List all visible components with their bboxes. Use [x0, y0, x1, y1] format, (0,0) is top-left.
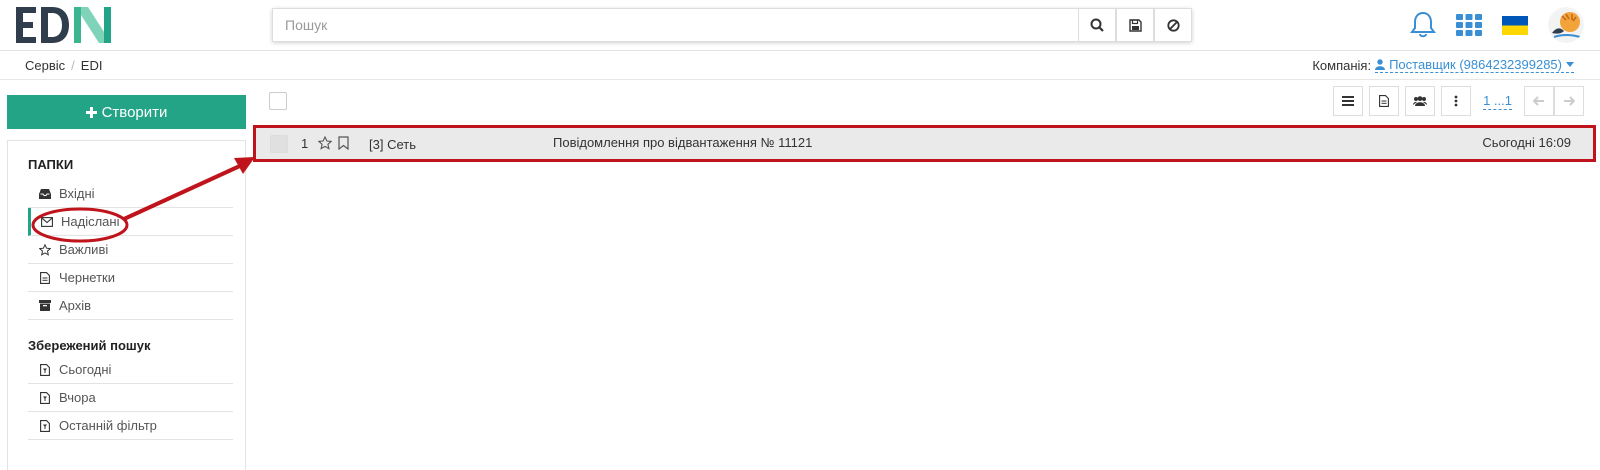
users-icon	[1413, 96, 1428, 106]
saved-search-label: Вчора	[59, 390, 96, 405]
sidebar-item-inbox[interactable]: Вхідні	[28, 180, 233, 208]
saved-search-label: Останній фільтр	[59, 418, 157, 433]
top-icons	[1410, 7, 1584, 43]
pagination-indicator[interactable]: 1 ...1	[1483, 93, 1512, 110]
sidebar-item-sent[interactable]: Надіслані	[28, 208, 233, 236]
search-icon	[1090, 18, 1104, 32]
message-row[interactable]: 1 [3] Сеть Повідомлення про відвантаженн…	[253, 125, 1596, 162]
saved-search-today[interactable]: Сьогодні	[28, 356, 233, 384]
list-view-button[interactable]	[1333, 86, 1364, 116]
saved-search-list: Сьогодні Вчора Останній фільтр	[28, 356, 233, 440]
pagination-nav	[1524, 86, 1584, 116]
folders-title: ПАПКИ	[28, 157, 74, 172]
sidebar-item-label: Важливі	[59, 242, 109, 257]
save-icon	[1128, 18, 1142, 32]
ukraine-flag-icon	[1502, 15, 1528, 35]
message-subject[interactable]: Повідомлення про відвантаження № 11121	[553, 135, 812, 150]
save-search-button[interactable]	[1116, 8, 1154, 42]
company-selector: Компанія: Поставщик (9864232399285)	[1312, 57, 1574, 73]
sidebar-item-label: Чернетки	[59, 270, 116, 285]
arrow-right-icon	[1564, 96, 1575, 106]
top-bar	[0, 0, 1600, 51]
row-checkbox[interactable]	[270, 135, 288, 153]
caret-down-icon	[1566, 62, 1574, 67]
apps-grid-icon	[1456, 14, 1482, 36]
company-dropdown[interactable]: Поставщик (9864232399285)	[1375, 57, 1574, 73]
breadcrumb-separator: /	[71, 58, 75, 73]
folders-list: Вхідні Надіслані Важливі Чернетки Архів	[28, 180, 233, 320]
vertical-dots-icon	[1454, 95, 1458, 107]
group-view-button[interactable]	[1405, 86, 1436, 116]
ban-icon	[1166, 18, 1180, 32]
create-button[interactable]: Створити	[7, 95, 246, 129]
user-avatar[interactable]	[1548, 7, 1584, 43]
breadcrumb: Сервіс / EDI	[25, 58, 102, 73]
saved-search-yesterday[interactable]: Вчора	[28, 384, 233, 412]
star-icon	[317, 135, 333, 150]
user-icon	[1375, 59, 1386, 70]
list-icon	[1342, 96, 1355, 106]
breadcrumb-bar: Сервіс / EDI Компанія: Поставщик (986423…	[0, 51, 1600, 80]
row-number: 1	[301, 136, 309, 151]
notifications-button[interactable]	[1410, 11, 1436, 39]
edin-logo[interactable]	[16, 5, 116, 45]
inbox-icon	[38, 187, 51, 200]
select-all-checkbox[interactable]	[269, 92, 287, 110]
create-button-label: Створити	[101, 103, 168, 121]
document-view-button[interactable]	[1369, 86, 1400, 116]
filter-doc-icon	[38, 419, 51, 432]
plus-icon	[85, 106, 97, 118]
filter-doc-icon	[38, 391, 51, 404]
sidebar-item-archive[interactable]: Архів	[28, 292, 233, 320]
language-button[interactable]	[1502, 15, 1528, 35]
envelope-icon	[40, 215, 53, 228]
sidebar-item-label: Архів	[59, 298, 92, 313]
search-button[interactable]	[1078, 8, 1116, 42]
search-input[interactable]	[272, 8, 1078, 42]
bookmark-toggle[interactable]	[338, 136, 349, 153]
more-options-button[interactable]	[1441, 86, 1472, 116]
archive-icon	[38, 299, 51, 312]
company-label: Компанія:	[1312, 57, 1372, 73]
star-icon	[38, 243, 51, 256]
document-icon	[1379, 95, 1390, 107]
saved-search-title: Збережений пошук	[28, 338, 151, 353]
folders-panel: ПАПКИ Вхідні Надіслані Важливі Чернетки …	[7, 140, 246, 470]
sidebar-item-label: Надіслані	[61, 214, 120, 229]
avatar-image	[1548, 7, 1584, 43]
next-page-button[interactable]	[1554, 86, 1584, 116]
saved-search-last-filter[interactable]: Останній фільтр	[28, 412, 233, 440]
sidebar: Створити ПАПКИ Вхідні Надіслані Важливі …	[0, 80, 253, 470]
company-value: Поставщик (9864232399285)	[1389, 57, 1562, 72]
sidebar-item-drafts[interactable]: Чернетки	[28, 264, 233, 292]
list-toolbar: 1 ...1	[1333, 86, 1584, 116]
prev-page-button[interactable]	[1524, 86, 1554, 116]
saved-search-label: Сьогодні	[59, 362, 112, 377]
bell-icon	[1410, 11, 1436, 38]
sidebar-item-important[interactable]: Важливі	[28, 236, 233, 264]
sidebar-item-label: Вхідні	[59, 186, 95, 201]
message-date: Сьогодні 16:09	[1482, 135, 1571, 150]
main-content: 1 ...1 1 [3] Сеть Повідомлення про відва…	[253, 80, 1600, 470]
bookmark-icon	[338, 136, 349, 151]
search-bar	[272, 8, 1192, 42]
breadcrumb-item-edi[interactable]: EDI	[81, 58, 103, 73]
document-icon	[38, 271, 51, 284]
breadcrumb-item-service[interactable]: Сервіс	[25, 58, 65, 73]
star-toggle[interactable]	[317, 135, 333, 153]
edin-logo-image	[16, 7, 111, 43]
message-sender: [3] Сеть	[369, 137, 416, 152]
arrow-left-icon	[1533, 96, 1544, 106]
filter-doc-icon	[38, 363, 51, 376]
apps-button[interactable]	[1456, 14, 1482, 36]
clear-search-button[interactable]	[1154, 8, 1192, 42]
